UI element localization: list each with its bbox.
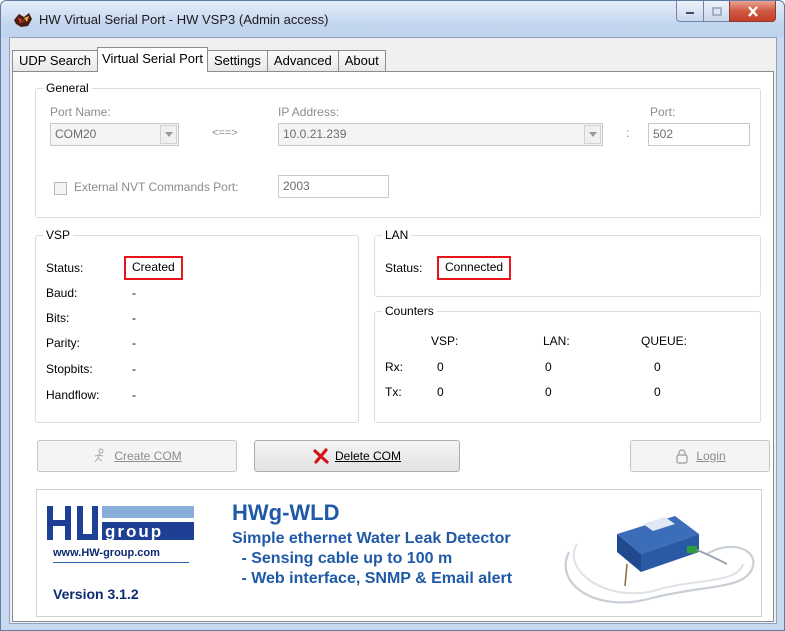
create-com-icon [94, 448, 104, 463]
login-label: Login [696, 449, 726, 463]
counters-rx-label: Rx: [385, 360, 403, 374]
tab-strip: UDP Search Virtual Serial Port Settings … [10, 46, 386, 72]
port-name-dropdown-button[interactable] [160, 125, 177, 144]
counters-rx-lan: 0 [545, 360, 552, 374]
vsp-parity-value: - [132, 336, 136, 350]
minimize-button[interactable] [676, 1, 703, 22]
vsp-handflow-label: Handflow: [46, 388, 100, 402]
external-nvt-label: External NVT Commands Port: [74, 180, 239, 194]
vsp-group: VSP Status: Created Baud: - Bits: - Pari… [35, 228, 359, 423]
vsp-stopbits-value: - [132, 362, 136, 376]
counters-group-title: Counters [382, 304, 437, 318]
maximize-icon [711, 6, 722, 16]
lock-icon [676, 449, 689, 464]
version-label: Version 3.1.2 [53, 586, 139, 602]
lan-status-value: Connected [445, 260, 504, 274]
chevron-down-icon [588, 132, 597, 137]
counters-rx-vsp: 0 [437, 360, 444, 374]
delete-com-button[interactable]: Delete COM [254, 440, 460, 472]
external-nvt-port-input[interactable]: 2003 [278, 175, 389, 198]
counters-tx-vsp: 0 [437, 385, 444, 399]
vsp-status-badge: Created [124, 256, 183, 280]
port-value: 502 [653, 127, 674, 141]
create-com-button[interactable]: Create COM [37, 440, 237, 472]
tab-udp-search[interactable]: UDP Search [12, 50, 99, 72]
lan-group: LAN Status: Connected [374, 228, 761, 297]
product-feature-1: - Sensing cable up to 100 m [237, 550, 453, 567]
general-group: General Port Name: COM20 <==> IP Address… [35, 81, 761, 218]
port-separator-colon: : [626, 126, 630, 140]
counters-group: Counters VSP: LAN: QUEUE: Rx: 0 0 0 Tx: … [374, 304, 761, 423]
product-banner[interactable]: group www.HW-group.com Version 3.1.2 HWg… [36, 489, 762, 617]
delete-x-icon [313, 448, 329, 464]
product-tagline: Simple ethernet Water Leak Detector [232, 530, 511, 547]
ip-address-label: IP Address: [278, 105, 340, 119]
tab-virtual-serial-port[interactable]: Virtual Serial Port [97, 47, 208, 72]
port-label: Port: [650, 105, 676, 119]
virtual-serial-port-page: General Port Name: COM20 <==> IP Address… [12, 71, 774, 622]
port-name-select[interactable]: COM20 [50, 123, 179, 146]
window-title: HW Virtual Serial Port - HW VSP3 (Admin … [39, 12, 329, 27]
hw-url-underline [53, 562, 189, 563]
port-name-value: COM20 [55, 127, 97, 141]
app-window: HW Virtual Serial Port - HW VSP3 (Admin … [0, 0, 785, 631]
tab-settings[interactable]: Settings [206, 50, 268, 72]
counters-header-queue: QUEUE: [641, 334, 688, 348]
counters-tx-lan: 0 [545, 385, 552, 399]
chevron-down-icon [164, 132, 173, 137]
lan-group-title: LAN [382, 228, 412, 242]
minimize-icon [686, 12, 694, 14]
window-controls [676, 1, 776, 23]
counters-tx-label: Tx: [385, 385, 402, 399]
product-title: HWg-WLD [232, 500, 340, 525]
external-nvt-checkbox[interactable] [54, 182, 67, 195]
product-feature-2: - Web interface, SNMP & Email alert [237, 570, 513, 587]
vsp-baud-label: Baud: [46, 286, 78, 300]
port-input[interactable]: 502 [648, 123, 750, 146]
ip-address-dropdown-button[interactable] [584, 125, 601, 144]
counters-tx-queue: 0 [654, 385, 661, 399]
vsp-bits-value: - [132, 311, 136, 325]
port-name-label: Port Name: [50, 105, 111, 119]
title-bar[interactable]: HW Virtual Serial Port - HW VSP3 (Admin … [1, 1, 784, 37]
lan-status-badge: Connected [437, 256, 512, 280]
device-image [564, 516, 755, 604]
hw-logo-text: group [105, 522, 163, 541]
app-icon [14, 13, 32, 27]
general-group-title: General [43, 81, 92, 95]
vsp-status-label: Status: [46, 261, 84, 275]
window-client: UDP Search Virtual Serial Port Settings … [9, 37, 777, 624]
create-com-label: Create COM [114, 449, 182, 463]
counters-rx-queue: 0 [654, 360, 661, 374]
delete-com-label: Delete COM [334, 449, 402, 463]
vsp-group-title: VSP [43, 228, 74, 242]
vsp-baud-value: - [132, 286, 136, 300]
close-icon [747, 5, 758, 17]
login-button[interactable]: Login [630, 440, 770, 472]
maximize-button[interactable] [703, 1, 729, 22]
lan-status-label: Status: [385, 261, 423, 275]
vsp-bits-label: Bits: [46, 311, 70, 325]
vsp-handflow-value: - [132, 388, 136, 402]
tab-about[interactable]: About [337, 50, 386, 72]
tab-advanced[interactable]: Advanced [266, 50, 339, 72]
vsp-status-value: Created [132, 260, 175, 274]
hw-group-url: www.HW-group.com [53, 547, 160, 559]
vsp-parity-label: Parity: [46, 336, 81, 350]
close-button[interactable] [729, 1, 776, 22]
ip-address-select[interactable]: 10.0.21.239 [278, 123, 603, 146]
external-nvt-port-value: 2003 [283, 179, 310, 193]
link-arrow-label: <==> [212, 127, 238, 139]
vsp-stopbits-label: Stopbits: [46, 362, 93, 376]
counters-header-vsp: VSP: [431, 334, 459, 348]
ip-address-value: 10.0.21.239 [283, 127, 347, 141]
counters-header-lan: LAN: [543, 334, 570, 348]
